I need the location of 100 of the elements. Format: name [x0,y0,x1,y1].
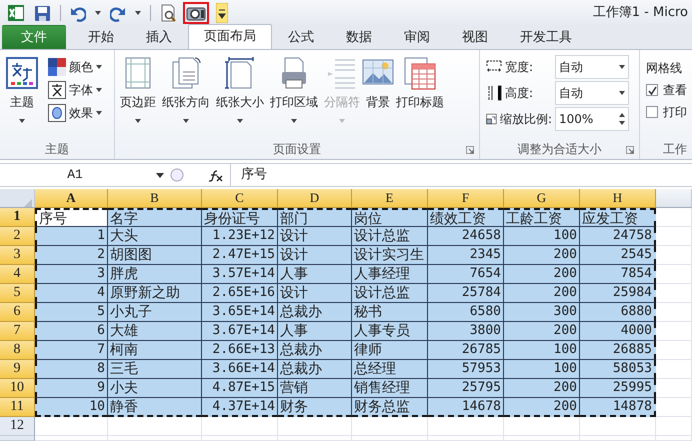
table-cell: 200 [504,246,580,265]
table-cell: 2.47E+15 [202,246,278,265]
file-tab[interactable]: 文件 [2,25,66,49]
table-cell: 小丸子 [108,303,202,322]
table-cell: 2545 [580,246,656,265]
ribbon-tab[interactable]: 页面布局 [188,24,272,49]
table-cell: 24658 [428,227,504,246]
row-header[interactable]: 11 [0,398,35,417]
table-cell: 58053 [580,360,656,379]
row-header[interactable]: 7 [0,322,35,341]
table-cell: 8 [35,360,108,379]
table-cell: 营销 [278,379,352,398]
table-cell: 24758 [580,227,656,246]
ribbon-button[interactable]: 效果 [46,103,104,123]
table-cell: 2.66E+13 [202,341,278,360]
ribbon-tab[interactable]: 开发工具 [504,25,588,49]
table-cell: 柯南 [108,341,202,360]
column-header[interactable]: F [428,189,504,208]
ribbon-tab[interactable]: 数据 [330,25,388,49]
row-header[interactable]: 2 [0,227,35,246]
ribbon-button[interactable]: 字体 [46,80,104,100]
column-header[interactable]: G [504,189,580,208]
table-cell: 2.65E+16 [202,284,278,303]
table-cell: 300 [504,303,580,322]
dialog-launcher-icon[interactable] [466,146,474,154]
table-cell: 胡图图 [108,246,202,265]
column-header[interactable]: C [202,189,278,208]
effects-icon [48,104,66,122]
group-heading: 网格线 [646,60,683,77]
caret-icon[interactable] [135,11,141,15]
spinner-field[interactable]: 100% [555,107,629,131]
ribbon-tab[interactable]: 开始 [72,25,130,49]
divider-line [150,5,151,21]
column-header[interactable]: H [580,189,656,208]
table-cell: 应发工资 [580,208,656,227]
table-cell: 原野新之助 [108,284,202,303]
row-header[interactable]: 10 [0,379,35,398]
color-swatch-icon [48,58,66,76]
table-cell: 3.67E+14 [202,322,278,341]
dialog-launcher-icon[interactable] [626,146,634,154]
table-cell: 设计实习生 [352,246,428,265]
table-cell: 人事经理 [352,265,428,284]
empty-cell [656,417,692,436]
table-cell: 绩效工资 [428,208,504,227]
table-cell: 3800 [428,322,504,341]
column-header[interactable]: E [352,189,428,208]
row-header[interactable]: 4 [0,265,35,284]
table-cell: 1.23E+12 [202,227,278,246]
ribbon-button[interactable]: 页边距 [118,54,158,139]
theme-icon [5,56,39,90]
table-cell: 200 [504,379,580,398]
dropdown-field[interactable]: 自动 [555,81,629,105]
table-cell: 序号 [35,208,108,227]
column-header[interactable]: A [35,189,108,208]
camera-button[interactable] [183,2,209,24]
ribbon-button[interactable]: 纸张方向 [160,54,212,139]
undo-icon [70,4,86,22]
name-box[interactable]: A1 [0,164,150,186]
row-header[interactable]: 8 [0,341,35,360]
table-cell: 14878 [580,398,656,417]
ribbon-tab[interactable]: 公式 [272,25,330,49]
ribbon-button[interactable]: 背景 [364,54,392,139]
column-header[interactable]: B [108,189,202,208]
checkbox-label: 打印 [663,104,687,121]
table-cell: 9 [35,379,108,398]
ribbon-tab[interactable]: 视图 [446,25,504,49]
ribbon-button[interactable]: 纸张大小 [214,54,266,139]
save-icon [34,4,51,22]
checkbox[interactable] [646,84,658,96]
column-header[interactable]: D [278,189,352,208]
ribbon-tab[interactable]: 插入 [130,25,188,49]
ribbon-button[interactable]: 打印区域 [268,54,320,139]
row-header[interactable]: 12 [0,417,35,436]
table-cell: 总经理 [352,360,428,379]
ribbon-button[interactable]: 主题 [3,54,41,139]
circle-handle-icon[interactable] [170,168,184,182]
table-cell: 小夫 [108,379,202,398]
table-cell: 6 [35,322,108,341]
row-header[interactable]: 5 [0,284,35,303]
row-header[interactable]: 9 [0,360,35,379]
caret-icon[interactable] [95,11,101,15]
formula-field[interactable]: 序号 [230,164,692,186]
table-cell: 4.87E+15 [202,379,278,398]
group-label: 工作 [663,141,687,158]
ribbon-button[interactable]: 打印标题 [394,54,446,139]
row-header[interactable]: 3 [0,246,35,265]
group-label: 页面设置 [273,141,321,158]
row-header[interactable]: 1 [0,208,35,227]
ribbon-tab[interactable]: 审阅 [388,25,446,49]
checkbox[interactable] [646,106,658,118]
table-cell: 设计 [278,284,352,303]
dropdown-field[interactable]: 自动 [555,55,629,79]
caret-icon[interactable] [156,172,164,178]
table-cell: 2 [35,246,108,265]
row-header[interactable]: 6 [0,303,35,322]
table-cell: 静香 [108,398,202,417]
table-cell: 胖虎 [108,265,202,284]
ribbon-button[interactable]: 颜色 [46,57,104,77]
table-cell: 25795 [428,379,504,398]
table-cell: 14678 [428,398,504,417]
